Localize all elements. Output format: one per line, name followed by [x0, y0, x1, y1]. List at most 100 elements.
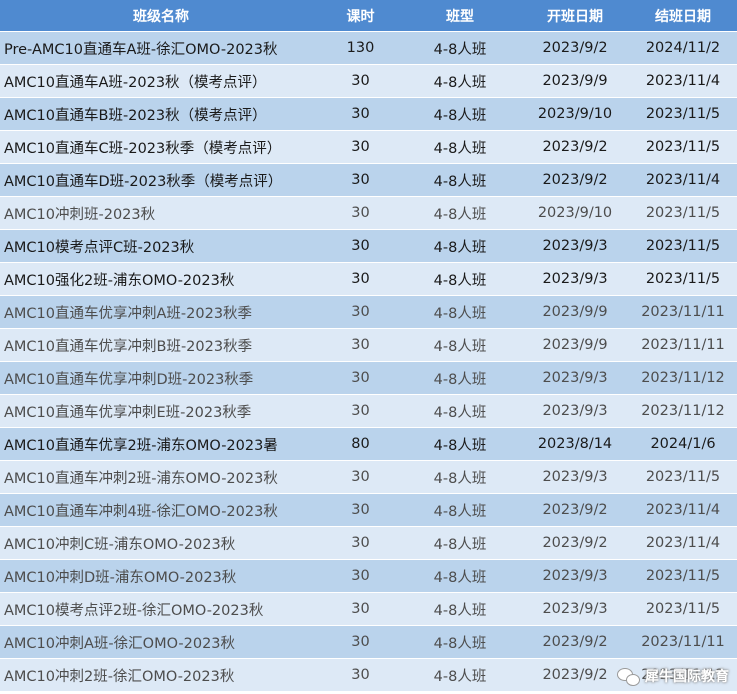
- table-row: AMC10直通车A班-2023秋（模考点评） 30 4-8人班 2023/9/9 202…: [0, 64, 737, 98]
- hours-cell: 30: [322, 64, 399, 98]
- end-date-cell: 2023/11/12: [629, 394, 737, 428]
- class-type-cell: 4-8人班: [399, 64, 521, 98]
- class-name-cell: AMC10冲刺D班-浦东OMO-2023秋: [0, 559, 322, 593]
- start-date-cell: 2023/9/2: [521, 526, 629, 560]
- hours-cell: 30: [322, 328, 399, 362]
- table-row: AMC10冲刺D班-浦东OMO-2023秋 30 4-8人班 2023/9/3 2023…: [0, 559, 737, 593]
- end-date-cell: 2023/11/4: [629, 526, 737, 560]
- class-name-cell: AMC10模考点评2班-徐汇OMO-2023秋: [0, 592, 322, 626]
- table-row: AMC10直通车优享冲刺E班-2023秋季 30 4-8人班 2023/9/3 2023…: [0, 394, 737, 428]
- class-type-cell: 4-8人班: [399, 394, 521, 428]
- hours-cell: 30: [322, 493, 399, 527]
- class-type-cell: 4-8人班: [399, 460, 521, 494]
- end-date-cell: 2023/11/5: [629, 130, 737, 164]
- table-row: AMC10模考点评2班-徐汇OMO-2023秋 30 4-8人班 2023/9/3 20…: [0, 592, 737, 626]
- class-type-cell: 4-8人班: [399, 31, 521, 65]
- start-date-cell: 2023/9/2: [521, 658, 629, 692]
- start-date-cell: 2023/9/9: [521, 328, 629, 362]
- table-row: Pre-AMC10直通车A班-徐汇OMO-2023秋 130 4-8人班 2023/9…: [0, 31, 737, 65]
- class-schedule-table-wrap: 班级名称 课时 班型 开班日期 结班日期 Pre-AMC10直通车A班-徐汇OM…: [0, 0, 737, 694]
- start-date-cell: 2023/9/10: [521, 97, 629, 131]
- table-row: AMC10冲刺A班-徐汇OMO-2023秋 30 4-8人班 2023/9/2 2023…: [0, 625, 737, 659]
- class-type-cell: 4-8人班: [399, 262, 521, 296]
- class-type-cell: 4-8人班: [399, 295, 521, 329]
- start-date-cell: 2023/9/9: [521, 64, 629, 98]
- class-name-cell: AMC10直通车优享冲刺A班-2023秋季: [0, 295, 322, 329]
- class-type-cell: 4-8人班: [399, 130, 521, 164]
- hours-cell: 30: [322, 295, 399, 329]
- start-date-cell: 2023/9/3: [521, 394, 629, 428]
- end-date-cell: 2023/11/11: [629, 625, 737, 659]
- hours-cell: 30: [322, 163, 399, 197]
- class-name-cell: AMC10直通车优享2班-浦东OMO-2023暑: [0, 427, 322, 461]
- column-header-start-date: 开班日期: [521, 0, 629, 32]
- hours-cell: 30: [322, 592, 399, 626]
- start-date-cell: 2023/9/9: [521, 295, 629, 329]
- class-name-cell: AMC10直通车A班-2023秋（模考点评）: [0, 64, 322, 98]
- end-date-cell: 2023/11/5: [629, 229, 737, 263]
- hours-cell: 30: [322, 526, 399, 560]
- hours-cell: 30: [322, 658, 399, 692]
- table-row: AMC10冲刺班-2023秋 30 4-8人班 2023/9/10 2023/11/5: [0, 196, 737, 230]
- hours-cell: 30: [322, 559, 399, 593]
- table-row: AMC10直通车冲刺4班-徐汇OMO-2023秋 30 4-8人班 2023/9/2 2…: [0, 493, 737, 527]
- end-date-cell: 2023/11/5: [629, 196, 737, 230]
- class-type-cell: 4-8人班: [399, 427, 521, 461]
- table-row: AMC10冲刺C班-浦东OMO-2023秋 30 4-8人班 2023/9/2 2023…: [0, 526, 737, 560]
- column-header-class-name: 班级名称: [0, 0, 322, 32]
- table-row: AMC10直通车C班-2023秋季（模考点评） 30 4-8人班 2023/9/2 20…: [0, 130, 737, 164]
- table-row: AMC10模考点评C班-2023秋 30 4-8人班 2023/9/3 2023/11/…: [0, 229, 737, 263]
- end-date-cell: 2023/11/5: [629, 559, 737, 593]
- table-row: AMC10冲刺2班-徐汇OMO-2023秋 30 4-8人班 2023/9/2 2023…: [0, 658, 737, 692]
- end-date-cell: 2024/1/6: [629, 427, 737, 461]
- table-row: AMC10直通车冲刺2班-浦东OMO-2023秋 30 4-8人班 2023/9/3 2…: [0, 460, 737, 494]
- class-name-cell: AMC10冲刺2班-徐汇OMO-2023秋: [0, 658, 322, 692]
- class-name-cell: AMC10直通车优享冲刺E班-2023秋季: [0, 394, 322, 428]
- class-name-cell: Pre-AMC10直通车A班-徐汇OMO-2023秋: [0, 31, 322, 65]
- class-type-cell: 4-8人班: [399, 196, 521, 230]
- class-name-cell: AMC10直通车C班-2023秋季（模考点评）: [0, 130, 322, 164]
- table-body: Pre-AMC10直通车A班-徐汇OMO-2023秋 130 4-8人班 2023/9…: [0, 31, 737, 692]
- start-date-cell: 2023/9/3: [521, 262, 629, 296]
- end-date-cell: 2023/11/5: [629, 262, 737, 296]
- table-row: AMC10直通车优享冲刺D班-2023秋季 30 4-8人班 2023/9/3 2023…: [0, 361, 737, 395]
- class-name-cell: AMC10冲刺A班-徐汇OMO-2023秋: [0, 625, 322, 659]
- table-row: AMC10直通车优享2班-浦东OMO-2023暑 80 4-8人班 2023/8/14…: [0, 427, 737, 461]
- end-date-cell: 2023/11/11: [629, 295, 737, 329]
- end-date-cell: 2023/11/4: [629, 64, 737, 98]
- start-date-cell: 2023/9/2: [521, 130, 629, 164]
- end-date-cell: 2023/11/12: [629, 658, 737, 692]
- class-type-cell: 4-8人班: [399, 526, 521, 560]
- end-date-cell: 2023/11/11: [629, 328, 737, 362]
- start-date-cell: 2023/9/2: [521, 163, 629, 197]
- class-type-cell: 4-8人班: [399, 493, 521, 527]
- class-type-cell: 4-8人班: [399, 229, 521, 263]
- class-name-cell: AMC10直通车优享冲刺D班-2023秋季: [0, 361, 322, 395]
- hours-cell: 130: [322, 31, 399, 65]
- hours-cell: 30: [322, 460, 399, 494]
- hours-cell: 30: [322, 229, 399, 263]
- class-name-cell: AMC10直通车优享冲刺B班-2023秋季: [0, 328, 322, 362]
- hours-cell: 30: [322, 196, 399, 230]
- class-name-cell: AMC10模考点评C班-2023秋: [0, 229, 322, 263]
- class-name-cell: AMC10直通车冲刺4班-徐汇OMO-2023秋: [0, 493, 322, 527]
- end-date-cell: 2024/11/2: [629, 31, 737, 65]
- column-header-class-type: 班型: [399, 0, 521, 32]
- table-row: AMC10直通车优享冲刺A班-2023秋季 30 4-8人班 2023/9/9 2023…: [0, 295, 737, 329]
- class-type-cell: 4-8人班: [399, 625, 521, 659]
- start-date-cell: 2023/9/3: [521, 460, 629, 494]
- start-date-cell: 2023/9/2: [521, 31, 629, 65]
- class-type-cell: 4-8人班: [399, 361, 521, 395]
- table-row: AMC10直通车优享冲刺B班-2023秋季 30 4-8人班 2023/9/9 2023…: [0, 328, 737, 362]
- hours-cell: 30: [322, 130, 399, 164]
- class-name-cell: AMC10直通车D班-2023秋季（模考点评）: [0, 163, 322, 197]
- class-name-cell: AMC10冲刺C班-浦东OMO-2023秋: [0, 526, 322, 560]
- class-name-cell: AMC10直通车冲刺2班-浦东OMO-2023秋: [0, 460, 322, 494]
- table-row: AMC10直通车B班-2023秋（模考点评） 30 4-8人班 2023/9/10 20…: [0, 97, 737, 131]
- start-date-cell: 2023/9/3: [521, 361, 629, 395]
- table-row: AMC10直通车D班-2023秋季（模考点评） 30 4-8人班 2023/9/2 20…: [0, 163, 737, 197]
- start-date-cell: 2023/9/10: [521, 196, 629, 230]
- header-row: 班级名称 课时 班型 开班日期 结班日期: [0, 0, 737, 32]
- start-date-cell: 2023/9/3: [521, 559, 629, 593]
- end-date-cell: 2023/11/4: [629, 493, 737, 527]
